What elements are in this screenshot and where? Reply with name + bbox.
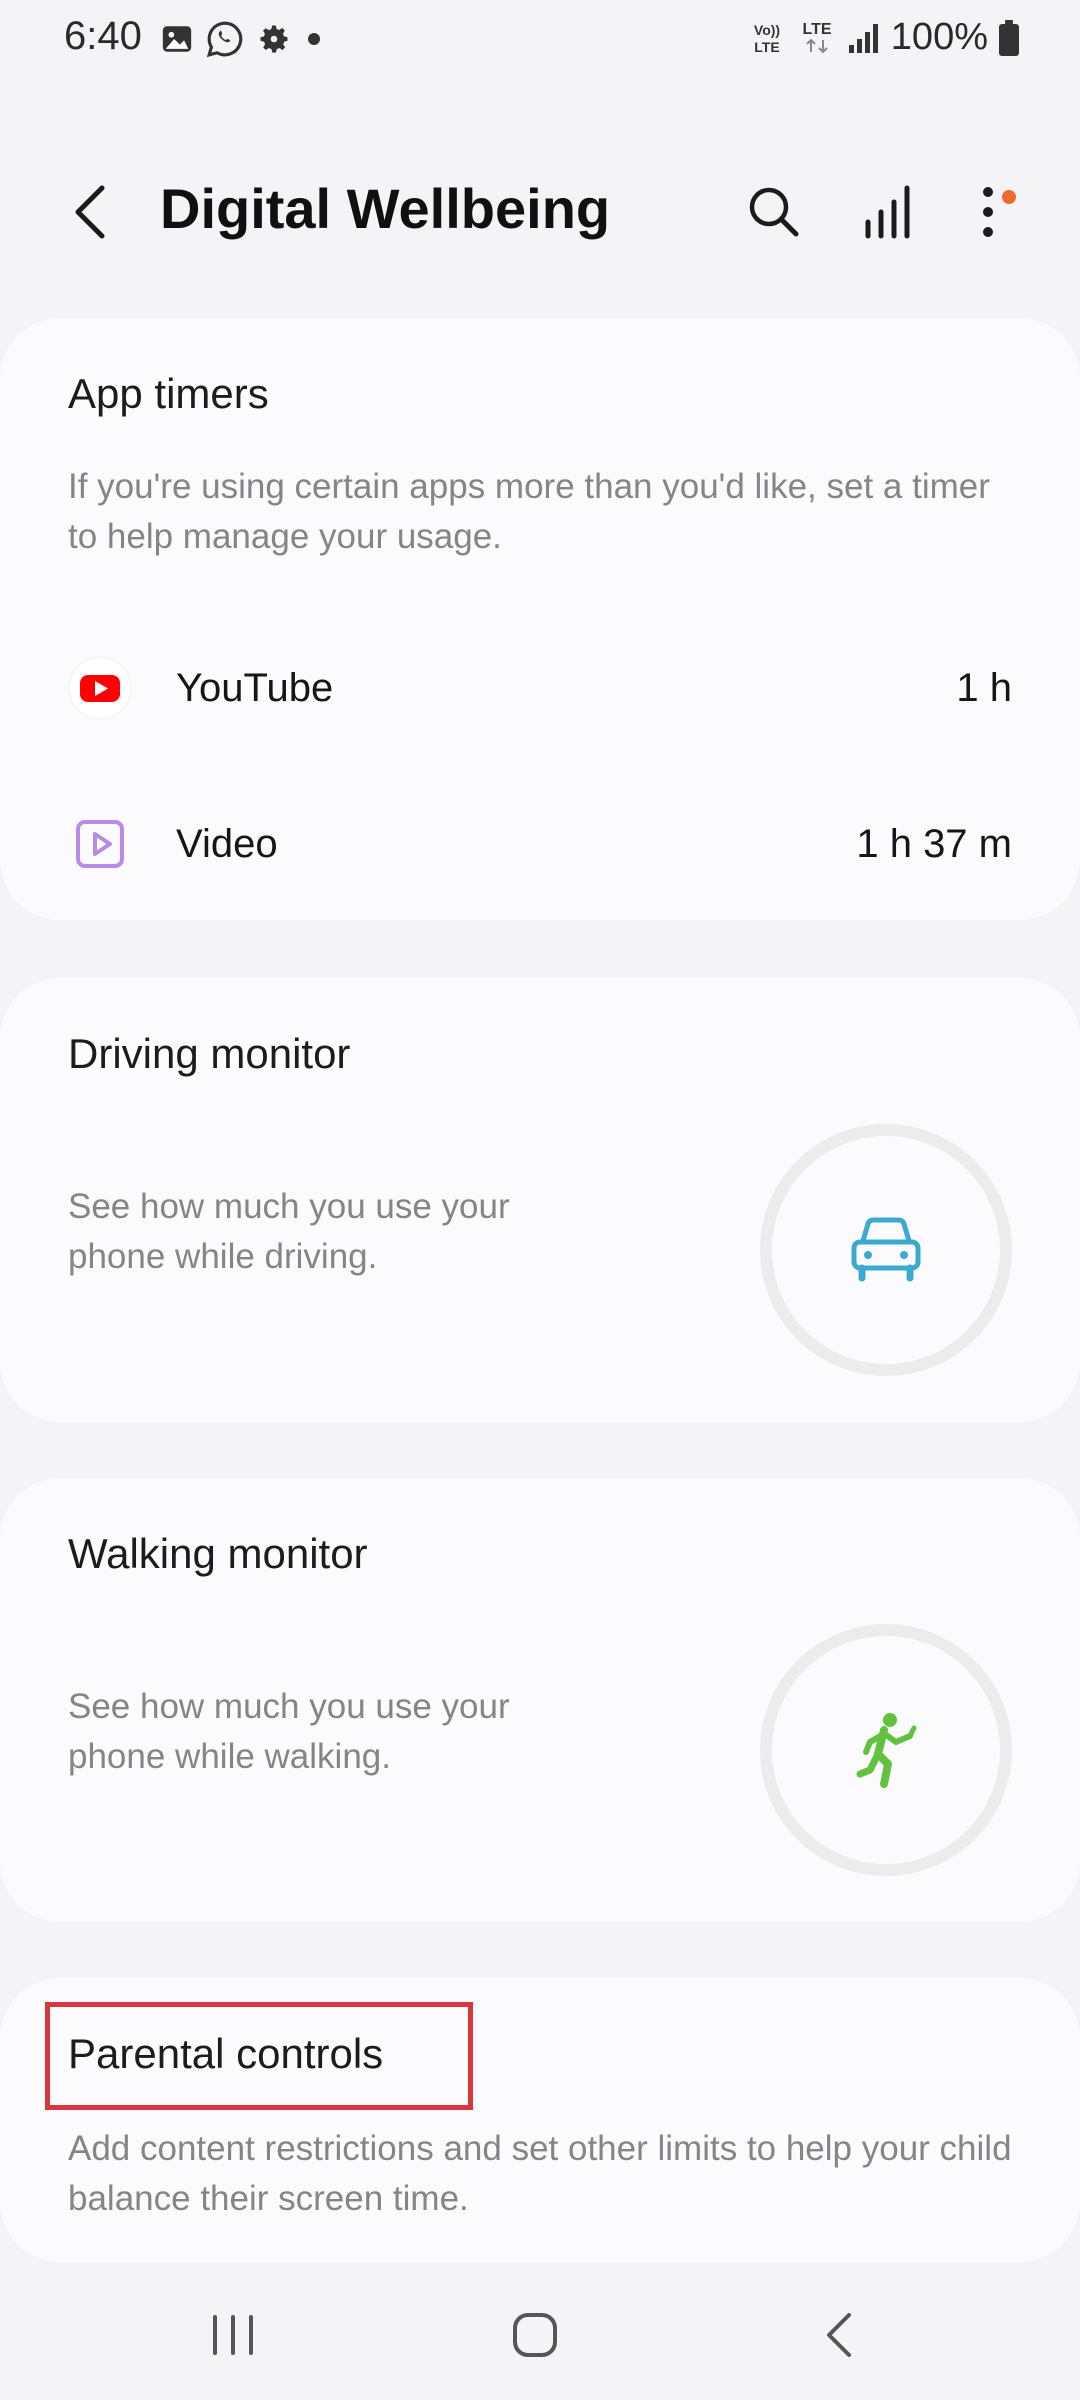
status-notification-icons xyxy=(160,20,324,58)
home-icon xyxy=(513,2313,557,2357)
svg-text:Vo)): Vo)) xyxy=(754,22,780,38)
gallery-icon xyxy=(162,26,192,52)
back-arrow-icon xyxy=(75,185,105,239)
recent-apps-icon xyxy=(213,2315,253,2355)
app-timer-value: 1 h 37 m xyxy=(856,822,1012,866)
walking-monitor-title: Walking monitor xyxy=(68,1530,368,1577)
back-button[interactable] xyxy=(52,174,128,250)
status-time: 6:40 xyxy=(64,14,142,58)
battery-icon xyxy=(999,19,1019,56)
signal-strength-icon xyxy=(848,23,878,53)
highlight-box xyxy=(45,2002,473,2110)
app-name: Video xyxy=(176,822,278,866)
car-icon xyxy=(851,1217,921,1282)
settings-gear-icon xyxy=(260,25,288,53)
status-bar: 6:40 Vo)) LTE LTE 100% xyxy=(0,0,1080,80)
bar-chart-icon xyxy=(865,185,910,239)
notification-dot-icon xyxy=(1002,190,1016,204)
video-player-icon xyxy=(68,812,132,876)
svg-text:LTE: LTE xyxy=(802,21,831,38)
status-system-icons: Vo)) LTE LTE 100% xyxy=(747,16,1020,59)
app-timer-row-video[interactable]: Video 1 h 37 m xyxy=(0,782,1080,912)
app-name: YouTube xyxy=(176,666,334,710)
more-vertical-icon xyxy=(983,187,993,237)
more-notifications-dot-icon xyxy=(308,33,320,45)
app-timers-title: App timers xyxy=(68,370,269,417)
whatsapp-icon xyxy=(206,21,243,58)
youtube-icon xyxy=(68,656,132,720)
driving-monitor-title: Driving monitor xyxy=(68,1030,351,1077)
driving-monitor-card[interactable]: Driving monitor See how much you use you… xyxy=(0,978,1080,1422)
recent-apps-button[interactable] xyxy=(178,2290,288,2380)
driving-monitor-description: See how much you use your phone while dr… xyxy=(68,1187,510,1276)
app-timers-description: If you're using certain apps more than y… xyxy=(68,467,990,556)
back-chevron-icon xyxy=(827,2313,851,2357)
app-timer-row-youtube[interactable]: YouTube 1 h xyxy=(0,626,1080,756)
volte-icon: Vo)) LTE xyxy=(754,22,780,55)
driving-monitor-ring xyxy=(760,1124,1012,1376)
walking-monitor-ring xyxy=(760,1624,1012,1876)
navigation-bar xyxy=(0,2270,1080,2400)
page-title: Digital Wellbeing xyxy=(160,177,611,240)
parental-controls-description: Add content restrictions and set other l… xyxy=(68,2129,1012,2218)
app-timers-card: App timers If you're using certain apps … xyxy=(0,318,1080,920)
system-back-button[interactable] xyxy=(784,2290,894,2380)
walking-monitor-card[interactable]: Walking monitor See how much you use you… xyxy=(0,1478,1080,1922)
app-timer-value: 1 h xyxy=(956,666,1012,710)
search-button[interactable] xyxy=(736,174,812,250)
walking-person-icon xyxy=(856,1713,917,1788)
search-icon xyxy=(749,187,799,237)
home-button[interactable] xyxy=(480,2290,590,2380)
lte-data-icon: LTE xyxy=(802,21,832,53)
svg-text:LTE: LTE xyxy=(754,39,779,55)
usage-stats-button[interactable] xyxy=(850,174,926,250)
walking-monitor-description: See how much you use your phone while wa… xyxy=(68,1687,510,1776)
more-options-button[interactable] xyxy=(950,174,1026,250)
app-bar: Digital Wellbeing xyxy=(0,150,1080,270)
battery-percentage: 100% xyxy=(890,16,988,58)
